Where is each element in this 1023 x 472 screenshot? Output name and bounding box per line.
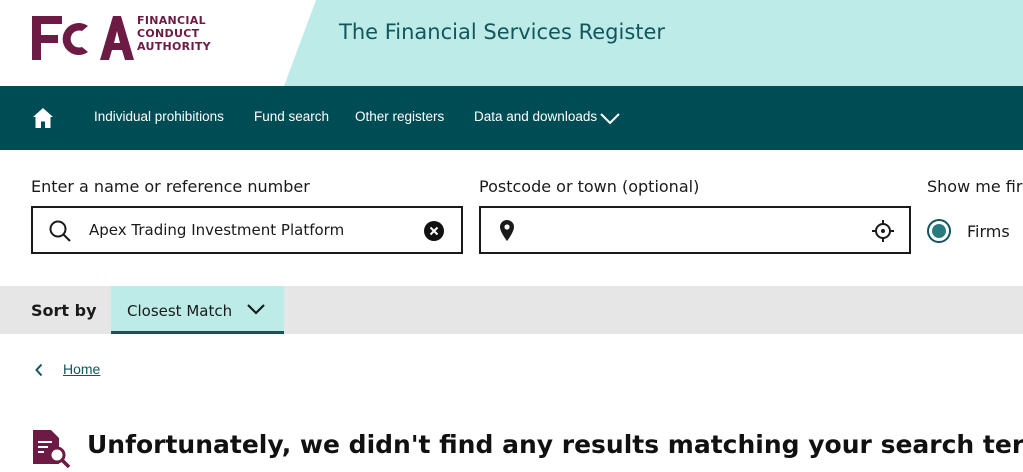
logo-line-2: CONDUCT <box>137 27 200 40</box>
firms-radio-label[interactable]: Firms <box>967 222 1010 241</box>
logo-line-3: AUTHORITY <box>137 40 211 53</box>
breadcrumb-home-link[interactable]: Home <box>63 361 100 377</box>
nav-item-fund-search[interactable]: Fund search <box>254 109 329 124</box>
sort-select[interactable]: Closest Match <box>111 286 284 334</box>
show-me-label: Show me fir <box>927 177 1023 196</box>
nav-item-individual-prohibitions[interactable]: Individual prohibitions <box>94 109 224 124</box>
chevron-left-icon <box>35 363 43 377</box>
nav-item-other-registers[interactable]: Other registers <box>355 109 444 124</box>
name-field-label: Enter a name or reference number <box>31 177 310 196</box>
clear-icon[interactable] <box>424 221 444 241</box>
crosshair-icon[interactable] <box>872 220 894 242</box>
location-pin-icon <box>500 220 514 241</box>
chevron-down-icon <box>247 304 265 315</box>
search-icon <box>49 220 71 242</box>
nav-item-data-and-downloads[interactable]: Data and downloads <box>474 109 597 124</box>
name-search-input[interactable]: Apex Trading Investment Platform <box>31 206 463 254</box>
sort-bar: Sort by Closest Match <box>0 286 1023 334</box>
postcode-field-label: Postcode or town (optional) <box>479 177 700 196</box>
home-icon[interactable] <box>31 106 55 130</box>
name-search-value: Apex Trading Investment Platform <box>89 221 345 239</box>
document-search-icon <box>33 430 71 468</box>
firms-radio[interactable] <box>927 219 951 243</box>
sort-selected-value: Closest Match <box>127 302 233 320</box>
site-header: FINANCIAL CONDUCT AUTHORITY The Financia… <box>0 0 1023 86</box>
postcode-input[interactable] <box>479 206 911 254</box>
logo-wordmark: FINANCIAL CONDUCT AUTHORITY <box>137 14 211 53</box>
chevron-down-icon[interactable] <box>599 112 621 126</box>
site-title[interactable]: The Financial Services Register <box>339 20 665 44</box>
main-nav: Individual prohibitions Fund search Othe… <box>0 86 1023 150</box>
no-results-heading: Unfortunately, we didn't find any result… <box>87 430 1023 459</box>
sort-label: Sort by <box>31 301 97 320</box>
logo-line-1: FINANCIAL <box>137 14 206 27</box>
